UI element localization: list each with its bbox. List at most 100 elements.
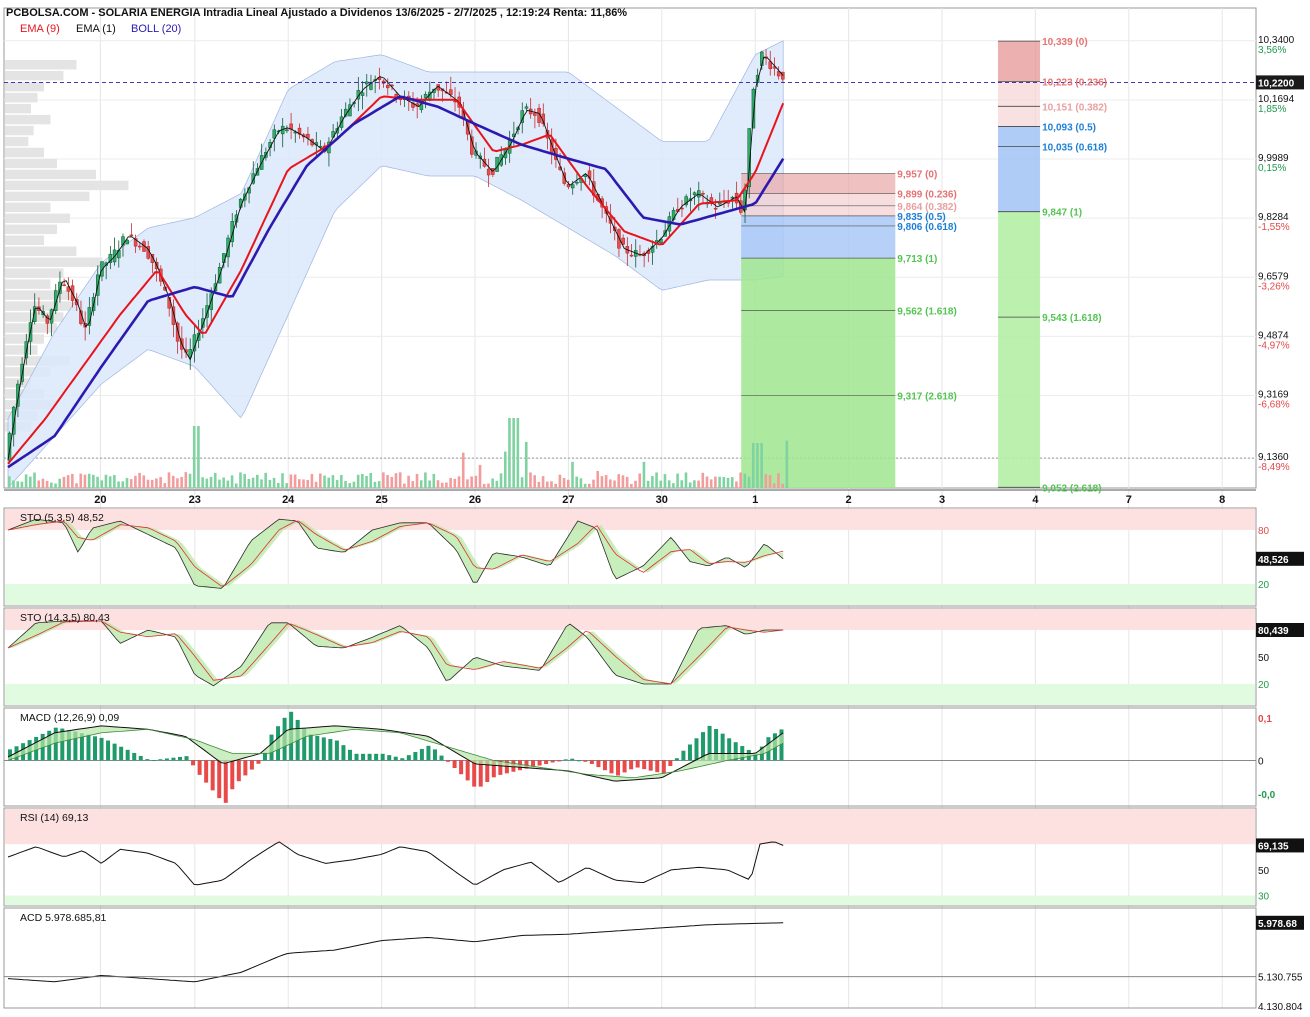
x-tick-label: 23 <box>189 494 201 506</box>
macd-histogram-bar <box>92 736 97 761</box>
x-tick-label: 30 <box>656 494 668 506</box>
volume-bar <box>646 480 650 488</box>
chart-area: PCBOLSA.COM - SOLARIA ENERGIA Intradia L… <box>0 0 1310 1013</box>
volume-bar <box>150 479 154 488</box>
macd-histogram-bar <box>537 760 542 766</box>
macd-histogram-bar <box>204 760 209 783</box>
macd-histogram-bar <box>361 753 366 761</box>
current-value-label: 48,526 <box>1258 555 1289 566</box>
volume-bar <box>272 477 276 488</box>
macd-histogram-bar <box>184 756 189 761</box>
volume-bar <box>751 443 755 488</box>
volume-bar <box>688 482 692 488</box>
volume-bar <box>777 473 780 488</box>
macd-histogram-bar <box>642 760 647 770</box>
macd-histogram-bar <box>609 760 614 774</box>
volume-bar <box>747 476 751 488</box>
volume-bar <box>327 477 331 488</box>
indicator-panel-frame <box>3 907 1257 1009</box>
volume-bar <box>184 472 188 488</box>
volume-bar <box>382 472 385 488</box>
macd-histogram-bar <box>191 760 196 766</box>
macd-histogram-bar <box>86 734 91 761</box>
volume-bar <box>344 480 347 488</box>
candle-body <box>533 112 537 116</box>
volume-bar <box>508 418 511 488</box>
x-tick-label: 2 <box>846 494 852 506</box>
volume-bar <box>247 478 251 488</box>
volume-bar <box>701 472 705 488</box>
volume-bar <box>306 479 310 488</box>
macd-histogram-bar <box>694 738 699 761</box>
volume-bar <box>298 479 301 488</box>
macd-histogram-bar <box>570 758 575 761</box>
y-tick-label: 0,1 <box>1258 714 1272 725</box>
candle-body <box>129 234 134 237</box>
volume-bar <box>722 477 726 488</box>
volume-bar <box>403 483 406 488</box>
volume-bar <box>772 483 776 488</box>
volume-bar <box>672 483 675 488</box>
macd-histogram-bar <box>413 752 418 761</box>
volume-bar <box>495 480 499 488</box>
volume-bar <box>735 481 738 488</box>
fib-long-zone-pink <box>998 81 1041 127</box>
volume-bar <box>209 476 213 488</box>
volume-bar <box>461 452 465 488</box>
macd-histogram-bar <box>321 737 326 761</box>
volume-profile-bar <box>5 202 51 213</box>
macd-histogram-bar <box>557 760 562 762</box>
volume-bar <box>302 479 305 488</box>
volume-profile-bar <box>5 103 31 114</box>
volume-profile-bar <box>5 257 103 267</box>
macd-histogram-bar <box>374 753 379 761</box>
oversold-zone <box>5 584 1255 605</box>
macd-histogram-bar <box>472 760 477 787</box>
volume-bar <box>697 480 700 488</box>
volume-bar <box>545 481 549 488</box>
candle-body <box>360 92 365 96</box>
y-tick-label: 20 <box>1258 680 1270 691</box>
volume-profile-bar <box>5 81 44 92</box>
volume-bar <box>239 472 242 488</box>
volume-bar <box>562 477 566 488</box>
volume-bar <box>693 480 696 488</box>
x-tick-label: 8 <box>1219 494 1225 506</box>
volume-bar <box>293 474 297 488</box>
volume-bar <box>159 477 162 488</box>
volume-bar <box>554 483 557 488</box>
volume-bar <box>596 470 600 488</box>
volume-bar <box>87 473 91 488</box>
volume-bar <box>407 475 410 488</box>
candle-body <box>138 245 142 248</box>
candle-body <box>62 284 66 287</box>
volume-bar <box>255 474 259 488</box>
current-value-label: 80,439 <box>1258 626 1289 637</box>
volume-bar <box>432 473 436 488</box>
volume-bar <box>739 472 742 488</box>
x-tick-label: 1 <box>752 494 758 506</box>
macd-histogram-bar <box>432 749 437 761</box>
volume-bar <box>96 476 99 488</box>
y-tick-pct: -3,26% <box>1258 281 1290 292</box>
volume-bar <box>146 479 150 488</box>
volume-bar <box>419 480 423 488</box>
current-value-label: 69,135 <box>1258 841 1289 852</box>
volume-profile-bar <box>5 125 34 136</box>
volume-bar <box>176 478 179 488</box>
volume-profile-bar <box>5 235 44 245</box>
volume-bar <box>171 475 175 488</box>
volume-bar <box>138 472 141 488</box>
fib-long-label: 9,847 (1) <box>1042 208 1082 219</box>
macd-histogram-bar <box>308 734 313 761</box>
macd-histogram-bar <box>256 760 261 764</box>
volume-bar <box>201 477 204 488</box>
candle-body <box>386 85 390 89</box>
oversold-zone <box>5 684 1255 705</box>
volume-bar <box>520 477 524 488</box>
indicator-title: ACD 5.978.685,81 <box>20 912 107 924</box>
macd-histogram-bar <box>419 748 424 761</box>
macd-histogram-bar <box>341 745 346 761</box>
volume-bar <box>335 479 339 488</box>
y-tick-label: 80 <box>1258 526 1270 537</box>
